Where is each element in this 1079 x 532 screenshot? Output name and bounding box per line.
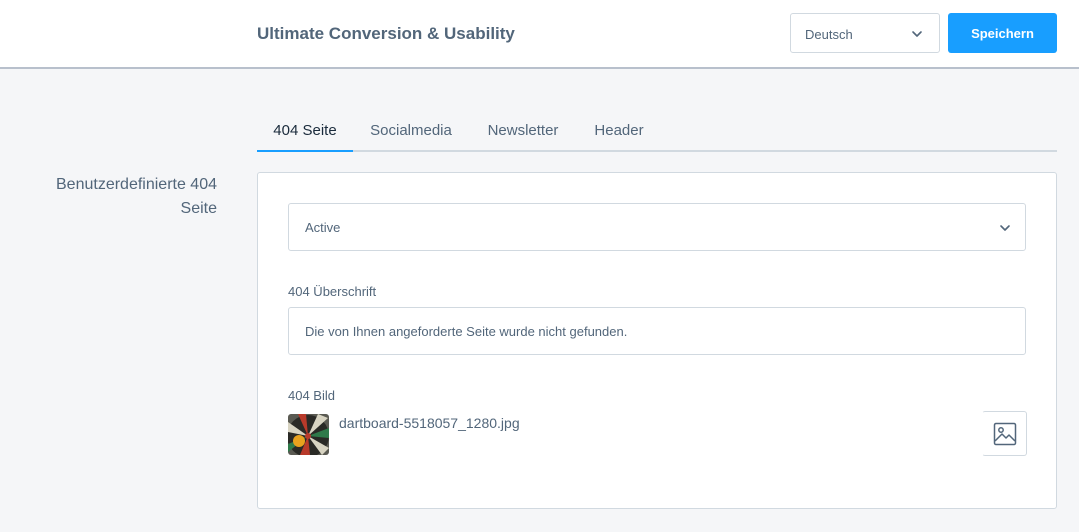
chevron-down-icon (999, 221, 1011, 239)
settings-card: Active 404 Überschrift Die von Ihnen ang… (257, 172, 1057, 509)
image-field-label: 404 Bild (288, 388, 335, 403)
section-label: Benutzerdefinierte 404 Seite (56, 176, 217, 217)
status-select[interactable]: Active (288, 203, 1026, 251)
status-select-value: Active (305, 220, 341, 235)
tab-404-seite[interactable]: 404 Seite (257, 112, 353, 152)
image-thumbnail (288, 414, 329, 455)
heading-input[interactable]: Die von Ihnen angeforderte Seite wurde n… (288, 307, 1026, 355)
image-icon (993, 422, 1017, 446)
tab-newsletter[interactable]: Newsletter (473, 112, 573, 152)
language-select[interactable]: Deutsch (790, 13, 940, 53)
heading-input-value: Die von Ihnen angeforderte Seite wurde n… (305, 324, 628, 339)
page-title: Ultimate Conversion & Usability (257, 24, 515, 43)
tab-header[interactable]: Header (585, 112, 653, 152)
heading-field-label: 404 Überschrift (288, 284, 377, 299)
top-bar: Ultimate Conversion & Usability Deutsch … (0, 0, 1079, 69)
image-filename: dartboard-5518057_1280.jpg (339, 415, 520, 431)
chevron-down-icon (911, 27, 923, 45)
tab-socialmedia[interactable]: Socialmedia (353, 112, 469, 152)
select-image-button[interactable] (982, 411, 1027, 456)
language-select-value: Deutsch (805, 27, 853, 42)
save-button[interactable]: Speichern (948, 13, 1057, 53)
tab-bar: 404 Seite Socialmedia Newsletter Header (257, 112, 1057, 152)
